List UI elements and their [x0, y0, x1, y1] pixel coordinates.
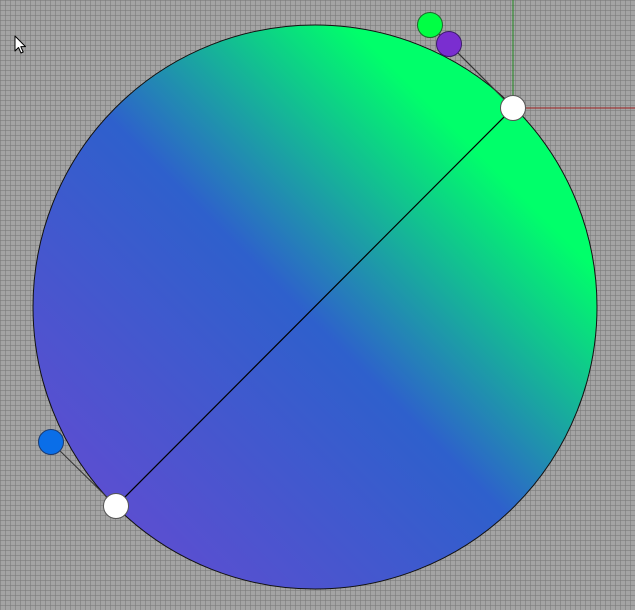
end-color-swatch[interactable] — [417, 12, 443, 38]
middle-color-swatch[interactable] — [436, 31, 462, 57]
start-color-swatch[interactable] — [38, 429, 64, 455]
gradient-start-handle[interactable] — [103, 493, 129, 519]
arrow-cursor-icon — [14, 35, 26, 54]
gradient-end-handle[interactable] — [500, 95, 526, 121]
gradient-editor-canvas[interactable] — [0, 0, 635, 610]
